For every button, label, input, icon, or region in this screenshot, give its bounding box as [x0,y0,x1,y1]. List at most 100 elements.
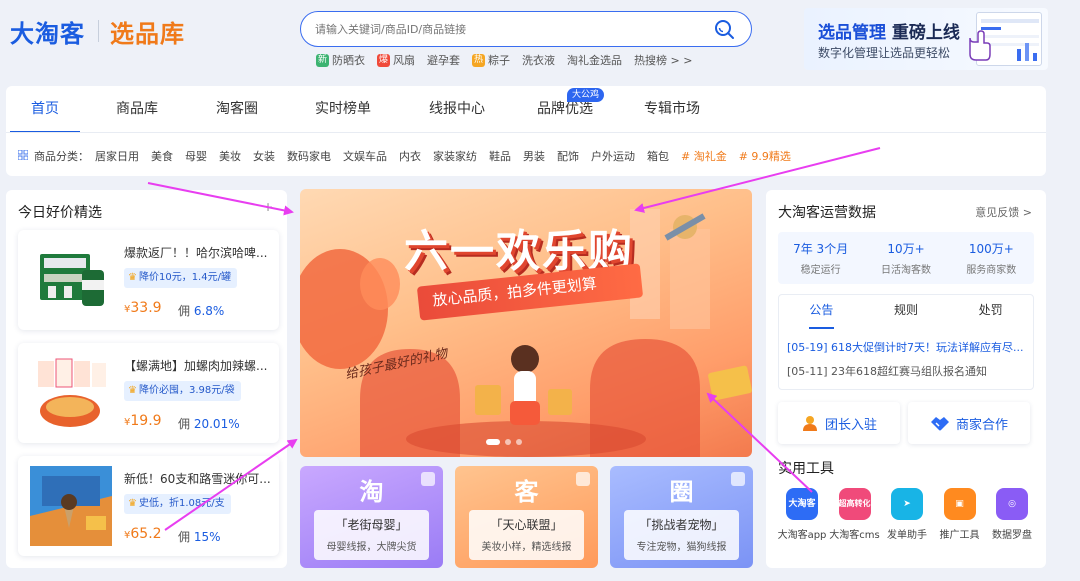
logo-divider [98,20,99,42]
product-image[interactable] [30,353,112,433]
stat-label: 服务商家数 [966,265,1017,276]
tool-label: 发单助手 [887,530,927,541]
notice-tab[interactable]: 处罚 [948,295,1033,325]
hot-word[interactable]: 爆风扇 [377,52,415,68]
category-item[interactable]: 鞋品 [489,148,511,164]
tool-item[interactable]: ◎ 数据罗盘 [986,488,1038,541]
product-card[interactable]: 新低！60支和路雪迷你可... ♛ 史低，折1.08元/支 ¥65.2 佣 15% [18,456,279,556]
search-icon[interactable] [713,18,735,40]
hot-word-label: 防晒衣 [332,54,365,67]
stat-value: 7年 3个月 [793,242,849,256]
promo-banner[interactable]: 选品管理 重磅上线 数字化管理让选品更轻松 [804,8,1048,70]
feedback-link[interactable]: 意见反馈 > [975,204,1032,220]
nav-tab[interactable]: 商品库 [84,86,190,132]
product-name[interactable]: 【螺满地】加螺肉加辣螺... [124,357,272,374]
product-commission: 佣 15% [178,530,221,544]
category-item[interactable]: 居家日用 [95,148,139,164]
promo-title: 选品管理 重磅上线 [818,23,960,43]
product-image[interactable] [30,466,112,546]
today-deals-more[interactable]: + [263,200,273,214]
hot-word[interactable]: 避孕套 [427,52,460,68]
category-item[interactable]: 女装 [253,148,275,164]
product-coupon: ♛ 史低，折1.08元/支 [124,494,231,514]
tool-label: 大淘客cms [829,530,880,541]
feature-title: 「老街母婴」 [335,518,408,532]
crown-icon: ♛ [128,385,137,396]
nav-tab[interactable]: 首页 [6,86,84,133]
feature-card[interactable]: 淘「老街母婴」 母婴线报，大牌尖货 [300,466,443,568]
tool-icon[interactable]: ▣ [943,488,976,520]
notice-tab[interactable]: 公告 [779,295,864,329]
search-input[interactable] [315,20,695,38]
leader-join-label: 团长入驻 [824,417,877,433]
feature-title: 「挑战者宠物」 [639,518,724,532]
product-name[interactable]: 爆款返厂！！哈尔滨哈啤... [124,244,272,261]
special-category-item[interactable]: # 9.9精选 [739,148,791,164]
tool-icon[interactable]: 超高转化 [838,488,871,520]
product-card[interactable]: 爆款返厂！！哈尔滨哈啤... ♛ 降价10元，1.4元/罐 ¥33.9 佣 6.8% [18,230,279,330]
hot-word-tag: 爆 [377,53,390,67]
nav-tab[interactable]: 实时榜单 [284,86,402,132]
feature-desc: 美妆小样，精选线报 [481,542,572,553]
hot-word-label: 风扇 [393,54,415,67]
tool-icon[interactable]: 大淘客 [786,488,818,520]
tool-icon[interactable]: ◎ [996,488,1028,520]
category-item[interactable]: 母婴 [185,148,207,164]
category-item[interactable]: 美妆 [219,148,241,164]
category-item[interactable]: 箱包 [647,148,669,164]
tool-label: 数据罗盘 [992,530,1032,541]
nav-divider [6,132,1046,133]
feature-card[interactable]: 圈「挑战者宠物」 专注宠物，猫狗线报 [610,466,753,568]
feature-desc: 专注宠物，猫狗线报 [636,542,727,553]
hot-word[interactable]: 热粽子 [472,52,510,68]
notice-item[interactable]: [05-19] 618大促倒计时7天！玩法详解应有尽... [779,339,1029,355]
notice-box: 公告 规则 处罚 [05-19] 618大促倒计时7天！玩法详解应有尽... [05… [778,294,1034,390]
nav-tab[interactable]: 品牌优选 大公鸡 [512,86,618,132]
product-image[interactable] [30,240,112,320]
logo-sub[interactable]: 选品库 [110,14,185,49]
feature-corner-icon [421,472,435,486]
product-name[interactable]: 新低！60支和路雪迷你可... [124,470,272,487]
ops-data-title: 大淘客运营数据 [778,205,876,221]
category-item[interactable]: 户外运动 [591,148,635,164]
merchant-coop-button[interactable]: 商家合作 [908,402,1030,444]
nav-tab[interactable]: 专辑市场 [618,86,726,132]
feature-card[interactable]: 客「天心联盟」 美妆小样，精选线报 [455,466,598,568]
logo-main[interactable]: 大淘客 [10,14,85,49]
tool-item[interactable]: ▣ 推广工具 [934,488,986,541]
banner-carousel-dots[interactable] [486,439,522,445]
product-card[interactable]: 【螺满地】加螺肉加辣螺... ♛ 降价必囤，3.98元/袋 ¥19.9 佣 20.01% [18,343,279,443]
nav-tab[interactable]: 淘客圈 [190,86,284,132]
carousel-dot-active[interactable] [486,439,500,445]
category-item[interactable]: 美食 [151,148,173,164]
hot-word[interactable]: 热搜榜 > > [634,52,692,68]
nav-tab-label: 品牌优选 [537,101,593,117]
tool-item[interactable]: ➤ 发单助手 [881,488,933,541]
carousel-dot[interactable] [505,439,511,445]
category-item[interactable]: 文娱车品 [343,148,387,164]
notice-item[interactable]: [05-11] 23年618超红赛马组队报名通知 [779,363,1029,379]
notice-tab[interactable]: 规则 [864,295,949,325]
hot-word[interactable]: 淘礼金选品 [567,52,622,68]
category-item[interactable]: 家装家纺 [433,148,477,164]
category-item[interactable]: 男装 [523,148,545,164]
hero-banner[interactable]: 六一欢乐购 放心品质，拍多件更划算 给孩子最好的礼物 [300,189,752,457]
handshake-icon [930,417,949,431]
special-category-item[interactable]: # 淘礼金 [681,148,727,164]
nav-tab[interactable]: 线报中心 [402,86,512,132]
hand-pointer-icon [969,30,991,61]
category-item[interactable]: 配饰 [557,148,579,164]
nav-tab-label: 商品库 [116,101,158,117]
carousel-dot[interactable] [516,439,522,445]
category-item[interactable]: 数码家电 [287,148,331,164]
search-bar [300,11,752,47]
tool-item[interactable]: 超高转化大淘客cms [829,488,881,541]
today-deals-panel: 今日好价精选 + 爆款返厂！！哈尔滨哈啤... ♛ 降价10元，1.4元/罐 ¥33.… [6,190,287,568]
leader-join-button[interactable]: 团长入驻 [778,402,900,444]
hot-word[interactable]: 新防晒衣 [316,52,365,68]
tool-item[interactable]: 大淘客 大淘客app [776,488,828,541]
category-item[interactable]: 内衣 [399,148,421,164]
merchant-coop-label: 商家合作 [955,417,1008,433]
hot-word[interactable]: 洗衣液 [522,52,555,68]
tool-icon[interactable]: ➤ [891,488,923,520]
